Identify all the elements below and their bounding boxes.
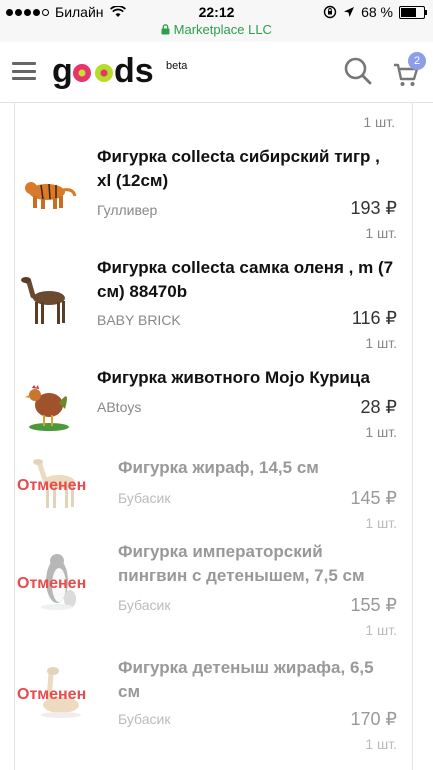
item-price: 193 ₽ bbox=[350, 198, 398, 218]
item-name: Фигурка жираф, 14,5 см bbox=[118, 458, 319, 477]
item-quantity: 1 шт. bbox=[365, 335, 397, 351]
list-item[interactable]: Фигурка collecta сибирский тигр , xl (12… bbox=[15, 140, 412, 250]
deer-figurine-icon bbox=[21, 277, 65, 324]
list-border-right bbox=[412, 103, 413, 770]
item-quantity: 1 шт. bbox=[365, 424, 397, 440]
search-button[interactable] bbox=[343, 56, 373, 86]
item-name: Фигурка животного Mojo Курица bbox=[97, 368, 370, 387]
item-name: Фигурка детеныш жирафа, 6,5 см bbox=[118, 658, 374, 701]
url-bar[interactable]: Marketplace LLC bbox=[0, 22, 433, 42]
chicken-figurine-icon bbox=[25, 385, 69, 431]
app-header: g ds beta 2 bbox=[0, 42, 433, 103]
url-label: Marketplace LLC bbox=[173, 22, 272, 37]
item-price: 28 ₽ bbox=[360, 397, 397, 417]
cart-count-badge: 2 bbox=[408, 52, 426, 70]
item-quantity: 1 шт. bbox=[365, 515, 397, 531]
status-right: 68 % bbox=[323, 4, 427, 20]
cart-button[interactable]: 2 bbox=[392, 52, 426, 86]
item-quantity: 1 шт. bbox=[365, 225, 397, 241]
item-price: 145 ₽ bbox=[350, 488, 398, 508]
list-item[interactable]: Отменен Фигурка императорский пингвин с … bbox=[15, 535, 412, 645]
logo-wordmark: g ds bbox=[52, 52, 154, 90]
list-item[interactable]: Фигурка животного Mojo Курица ABtoys 28 … bbox=[15, 360, 412, 450]
item-name: Фигурка collecta самка оленя , m (7 см) … bbox=[97, 258, 394, 301]
lock-icon bbox=[161, 24, 170, 35]
beta-label: beta bbox=[166, 60, 188, 72]
item-name: Фигурка императорский пингвин с детеныше… bbox=[118, 542, 365, 585]
battery-percent: 68 % bbox=[361, 4, 393, 20]
item-price: 155 ₽ bbox=[350, 595, 398, 615]
svg-text:g: g bbox=[52, 52, 73, 90]
search-icon bbox=[344, 57, 372, 85]
list-item[interactable]: Фигурка collecta самка оленя , m (7 см) … bbox=[15, 250, 412, 360]
menu-icon[interactable] bbox=[12, 62, 36, 80]
item-seller: BABY BRICK bbox=[97, 312, 181, 328]
rotation-lock-icon bbox=[323, 5, 337, 19]
item-seller: Бубасик bbox=[118, 711, 171, 727]
item-seller: Бубасик bbox=[118, 597, 171, 613]
svg-text:ds: ds bbox=[114, 52, 154, 90]
item-quantity: 1 шт. bbox=[365, 622, 397, 638]
cancelled-status: Отменен bbox=[17, 575, 87, 592]
prev-item-quantity: 1 шт. bbox=[363, 114, 395, 130]
item-price: 116 ₽ bbox=[351, 308, 397, 328]
goods-logo[interactable]: g ds beta bbox=[52, 52, 187, 92]
list-item[interactable]: Отменен Фигурка детеныш жирафа, 6,5 см Б… bbox=[15, 645, 412, 770]
item-price: 170 ₽ bbox=[350, 709, 398, 729]
item-seller: Бубасик bbox=[118, 490, 171, 506]
item-quantity: 1 шт. bbox=[365, 736, 397, 752]
item-seller: ABtoys bbox=[97, 399, 142, 415]
list-item[interactable]: Отменен Фигурка жираф, 14,5 см Бубасик 1… bbox=[15, 450, 412, 535]
location-icon bbox=[344, 7, 355, 17]
item-seller: Гулливер bbox=[97, 202, 158, 218]
tiger-figurine-icon bbox=[25, 182, 77, 209]
item-name: Фигурка collecta сибирский тигр , xl (12… bbox=[97, 147, 380, 190]
cancelled-status: Отменен bbox=[17, 686, 87, 703]
order-items-list: 1 шт. Фигурка collecta сибирский тигр , … bbox=[0, 103, 433, 770]
cancelled-status: Отменен bbox=[17, 477, 87, 494]
battery-icon bbox=[399, 5, 427, 19]
